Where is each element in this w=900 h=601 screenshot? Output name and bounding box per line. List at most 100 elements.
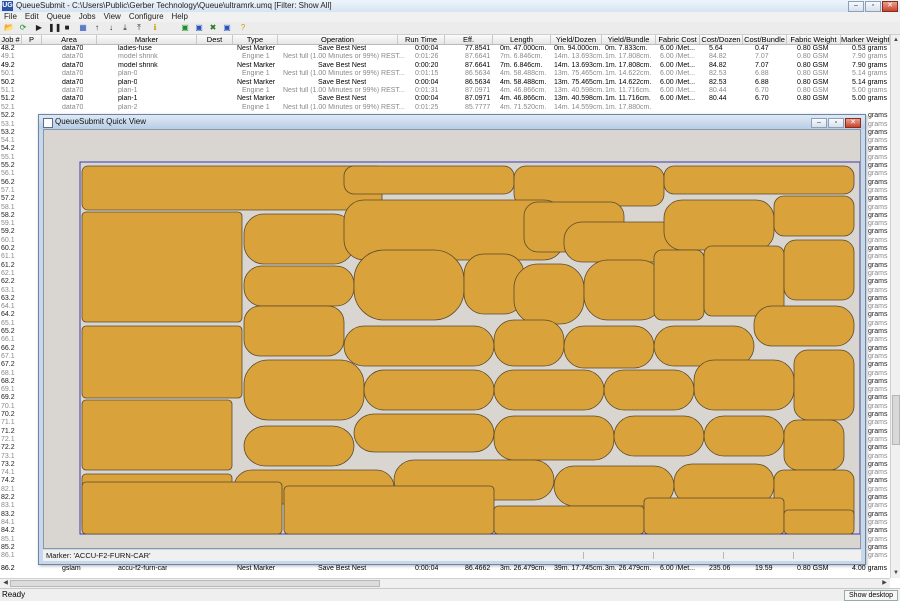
job-number[interactable]: 86.1 — [1, 552, 15, 560]
move-bottom-icon[interactable]: ⤓ — [120, 23, 130, 33]
table-row[interactable]: 48.2 data70 ladies-fuse Nest Marker Save Bes… — [0, 45, 890, 53]
horizontal-scrollbar[interactable]: ◀ ▶ — [0, 578, 890, 588]
job-number[interactable]: 66.2 — [1, 345, 15, 353]
nest-green-icon[interactable]: ▣ — [180, 23, 190, 33]
col-runtime[interactable]: Run Time — [398, 35, 445, 44]
col-operation[interactable]: Operation — [278, 35, 398, 44]
job-number[interactable]: 53.2 — [1, 129, 15, 137]
job-number[interactable]: 70.2 — [1, 411, 15, 419]
col-fabric-weight[interactable]: Fabric Weight — [787, 35, 841, 44]
move-down-icon[interactable]: ↓ — [106, 23, 116, 33]
table-row[interactable]: 51.2 data70 plan-1 Nest Marker Save Best Nes… — [0, 95, 890, 103]
table-row[interactable]: 51.1 data70 plan-1 Engine 1 Nest full (1.00 … — [0, 87, 890, 95]
job-number[interactable]: 85.1 — [1, 536, 15, 544]
job-number[interactable]: 63.1 — [1, 287, 15, 295]
menu-jobs[interactable]: Jobs — [75, 12, 100, 22]
qv-minimize-button[interactable]: – — [811, 118, 827, 128]
job-number[interactable]: 66.1 — [1, 336, 15, 344]
table-row[interactable]: 50.2 data70 plan-0 Nest Marker Save Best Nes… — [0, 79, 890, 87]
job-number[interactable]: 83.1 — [1, 502, 15, 510]
job-number[interactable]: 67.2 — [1, 361, 15, 369]
job-number[interactable]: 68.2 — [1, 378, 15, 386]
menu-configure[interactable]: Configure — [125, 12, 168, 22]
job-number[interactable]: 71.1 — [1, 419, 15, 427]
nest-preview-canvas[interactable] — [43, 129, 861, 549]
col-dest[interactable]: Dest — [197, 35, 233, 44]
col-fabric-cost[interactable]: Fabric Cost — [656, 35, 700, 44]
job-number[interactable]: 74.2 — [1, 477, 15, 485]
job-number[interactable]: 64.1 — [1, 303, 15, 311]
job-number[interactable]: 69.2 — [1, 394, 15, 402]
job-number[interactable]: 61.1 — [1, 253, 15, 261]
job-number[interactable]: 73.1 — [1, 453, 15, 461]
scroll-up-icon[interactable]: ▲ — [892, 36, 900, 44]
job-number[interactable]: 82.1 — [1, 486, 15, 494]
nest-blue-icon[interactable]: ▣ — [194, 23, 204, 33]
quick-view-titlebar[interactable]: QueueSubmit Quick View – ▫ ✕ — [39, 115, 865, 129]
job-number[interactable]: 58.1 — [1, 204, 15, 212]
job-number[interactable]: 57.2 — [1, 195, 15, 203]
job-number[interactable]: 84.1 — [1, 519, 15, 527]
stop-icon[interactable]: ■ — [62, 23, 72, 33]
job-number[interactable]: 56.1 — [1, 170, 15, 178]
job-number[interactable]: 70.1 — [1, 403, 15, 411]
delete-icon[interactable]: ✖ — [208, 23, 218, 33]
job-number[interactable]: 59.2 — [1, 228, 15, 236]
grid-icon[interactable]: ▦ — [78, 23, 88, 33]
job-number[interactable]: 57.1 — [1, 187, 15, 195]
job-number[interactable]: 58.2 — [1, 212, 15, 220]
job-number[interactable]: 56.2 — [1, 179, 15, 187]
job-number[interactable]: 61.2 — [1, 262, 15, 270]
job-number[interactable]: 59.1 — [1, 220, 15, 228]
job-number[interactable]: 54.1 — [1, 137, 15, 145]
qv-close-button[interactable]: ✕ — [845, 118, 861, 128]
help-icon[interactable]: ? — [238, 23, 248, 33]
play-icon[interactable]: ▶ — [34, 23, 44, 33]
horizontal-scroll-thumb[interactable] — [10, 580, 380, 587]
nest-view-icon[interactable]: ▣ — [222, 23, 232, 33]
table-row[interactable]: 49.2 data70 model shrink Nest Marker Save Be… — [0, 62, 890, 70]
job-number[interactable]: 83.2 — [1, 511, 15, 519]
job-number[interactable]: 62.2 — [1, 278, 15, 286]
move-up-icon[interactable]: ↑ — [92, 23, 102, 33]
vertical-scroll-thumb[interactable] — [892, 395, 900, 445]
vertical-scrollbar[interactable]: ▲ ▼ — [890, 35, 900, 578]
job-number[interactable]: 73.2 — [1, 461, 15, 469]
show-desktop-button[interactable]: Show desktop — [844, 590, 898, 601]
maximize-button[interactable]: ▫ — [865, 1, 881, 12]
job-number[interactable]: 69.1 — [1, 386, 15, 394]
pause-icon[interactable]: ❚❚ — [48, 23, 61, 33]
table-row[interactable]: 50.1 data70 plan-0 Engine 1 Nest full (1.00 … — [0, 70, 890, 78]
col-length[interactable]: Length — [493, 35, 551, 44]
col-yield-bundle[interactable]: Yield/Bundle — [602, 35, 656, 44]
job-number[interactable]: 74.1 — [1, 469, 15, 477]
menu-help[interactable]: Help — [168, 12, 192, 22]
job-number[interactable]: 55.2 — [1, 162, 15, 170]
job-number[interactable]: 60.1 — [1, 237, 15, 245]
menu-file[interactable]: File — [0, 12, 21, 22]
job-number[interactable]: 71.2 — [1, 428, 15, 436]
job-number[interactable]: 65.1 — [1, 320, 15, 328]
col-job[interactable]: Job # — [0, 35, 22, 44]
job-number[interactable]: 53.1 — [1, 121, 15, 129]
col-marker-weight[interactable]: Marker Weight — [841, 35, 890, 44]
menu-queue[interactable]: Queue — [43, 12, 75, 22]
col-marker[interactable]: Marker — [97, 35, 197, 44]
job-number[interactable]: 55.1 — [1, 154, 15, 162]
menu-edit[interactable]: Edit — [21, 12, 43, 22]
job-number[interactable]: 64.2 — [1, 311, 15, 319]
job-number[interactable]: 60.2 — [1, 245, 15, 253]
col-cost-bundle[interactable]: Cost/Bundle — [743, 35, 787, 44]
job-number[interactable]: 82.2 — [1, 494, 15, 502]
job-number[interactable]: 72.1 — [1, 436, 15, 444]
job-number[interactable]: 54.2 — [1, 145, 15, 153]
scroll-right-icon[interactable]: ▶ — [880, 579, 889, 588]
open-icon[interactable]: 📂 — [4, 23, 14, 33]
table-row[interactable]: 49.1 data70 model shrink Engine 1 Nest full … — [0, 53, 890, 61]
col-priority[interactable]: P — [22, 35, 42, 44]
job-number[interactable]: 68.1 — [1, 370, 15, 378]
job-number[interactable]: 65.2 — [1, 328, 15, 336]
close-button[interactable]: ✕ — [882, 1, 898, 12]
col-yield-dozen[interactable]: Yield/Dozen — [551, 35, 602, 44]
job-number[interactable]: 67.1 — [1, 353, 15, 361]
